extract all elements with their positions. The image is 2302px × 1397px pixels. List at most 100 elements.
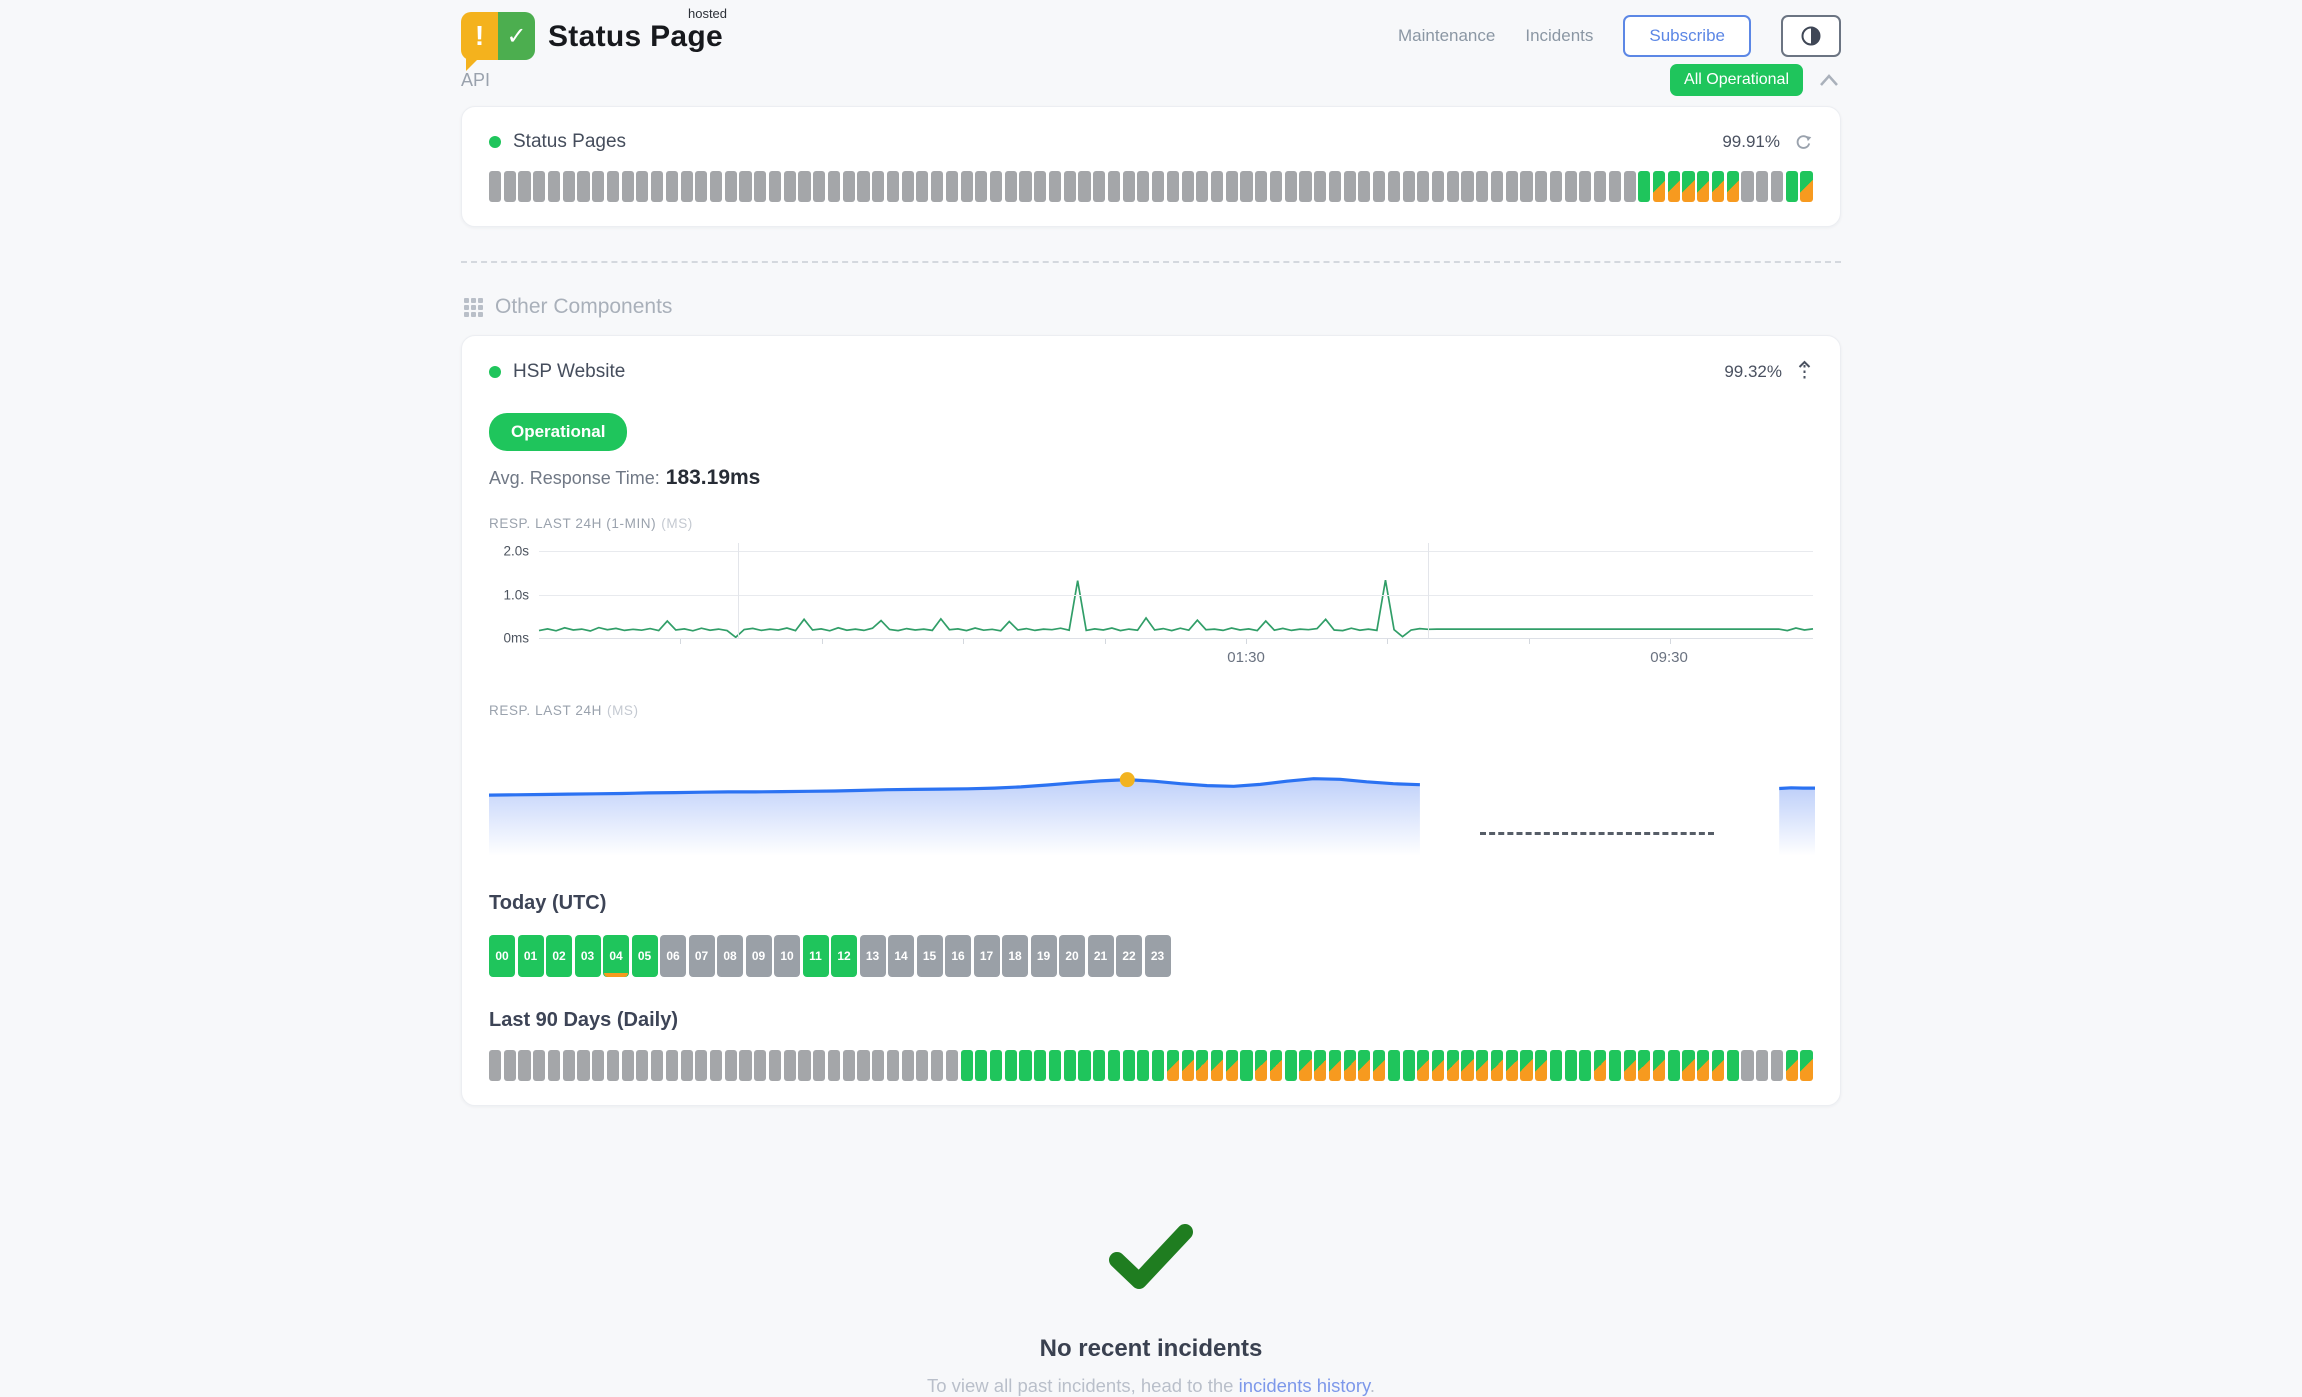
uptime-bar[interactable] — [504, 1050, 516, 1081]
uptime-bar[interactable] — [1565, 1050, 1577, 1081]
uptime-bar[interactable] — [1049, 171, 1061, 202]
uptime-bar[interactable] — [813, 171, 825, 202]
hour-block-08[interactable]: 08 — [717, 935, 743, 977]
uptime-bar[interactable] — [1299, 1050, 1311, 1081]
uptime-bar[interactable] — [1520, 171, 1532, 202]
uptime-bar[interactable] — [1064, 171, 1076, 202]
uptime-bar[interactable] — [1447, 171, 1459, 202]
uptime-bar[interactable] — [1403, 1050, 1415, 1081]
uptime-bar[interactable] — [1123, 1050, 1135, 1081]
uptime-bar[interactable] — [1167, 1050, 1179, 1081]
uptime-bar[interactable] — [754, 1050, 766, 1081]
nav-incidents[interactable]: Incidents — [1525, 26, 1593, 46]
uptime-bar[interactable] — [695, 171, 707, 202]
hour-block-03[interactable]: 03 — [575, 935, 601, 977]
uptime-bar[interactable] — [1579, 171, 1591, 202]
uptime-bar[interactable] — [828, 1050, 840, 1081]
uptime-bar[interactable] — [946, 171, 958, 202]
uptime-bar[interactable] — [636, 1050, 648, 1081]
uptime-bar[interactable] — [1358, 1050, 1370, 1081]
uptime-bar[interactable] — [872, 1050, 884, 1081]
uptime-bar[interactable] — [828, 171, 840, 202]
uptime-bar[interactable] — [1182, 1050, 1194, 1081]
uptime-bar[interactable] — [1565, 171, 1577, 202]
uptime-bar[interactable] — [1550, 1050, 1562, 1081]
uptime-bar[interactable] — [592, 1050, 604, 1081]
uptime-bar[interactable] — [1668, 171, 1680, 202]
uptime-bar[interactable] — [784, 171, 796, 202]
uptime-bar[interactable] — [577, 171, 589, 202]
uptime-bar[interactable] — [975, 1050, 987, 1081]
hour-block-00[interactable]: 00 — [489, 935, 515, 977]
hour-block-13[interactable]: 13 — [860, 935, 886, 977]
uptime-bar[interactable] — [1344, 1050, 1356, 1081]
uptime-bar[interactable] — [946, 1050, 958, 1081]
uptime-bar[interactable] — [504, 171, 516, 202]
uptime-bar[interactable] — [1741, 1050, 1753, 1081]
theme-toggle-button[interactable] — [1781, 15, 1841, 57]
uptime-bar[interactable] — [1461, 171, 1473, 202]
hour-block-21[interactable]: 21 — [1088, 935, 1114, 977]
uptime-bar[interactable] — [1329, 1050, 1341, 1081]
uptime-bar[interactable] — [666, 1050, 678, 1081]
uptime-bar[interactable] — [489, 1050, 501, 1081]
uptime-bar[interactable] — [1064, 1050, 1076, 1081]
uptime-bar[interactable] — [1800, 1050, 1812, 1081]
uptime-bar[interactable] — [1609, 1050, 1621, 1081]
uptime-bar[interactable] — [1491, 171, 1503, 202]
uptime-bar[interactable] — [1226, 1050, 1238, 1081]
uptime-bar[interactable] — [1049, 1050, 1061, 1081]
hour-block-16[interactable]: 16 — [945, 935, 971, 977]
uptime-bar[interactable] — [1344, 171, 1356, 202]
uptime-bar[interactable] — [1211, 1050, 1223, 1081]
uptime-bar[interactable] — [784, 1050, 796, 1081]
hour-block-12[interactable]: 12 — [831, 935, 857, 977]
uptime-bar[interactable] — [1417, 1050, 1429, 1081]
uptime-bar[interactable] — [1329, 171, 1341, 202]
uptime-bar[interactable] — [1270, 171, 1282, 202]
chevron-up-icon[interactable] — [1817, 73, 1841, 88]
hour-block-11[interactable]: 11 — [803, 935, 829, 977]
uptime-bar[interactable] — [1800, 171, 1812, 202]
uptime-bar[interactable] — [769, 171, 781, 202]
uptime-bar[interactable] — [1579, 1050, 1591, 1081]
hour-block-14[interactable]: 14 — [888, 935, 914, 977]
uptime-bar[interactable] — [563, 1050, 575, 1081]
uptime-bar[interactable] — [518, 171, 530, 202]
uptime-bar[interactable] — [1108, 1050, 1120, 1081]
hour-block-05[interactable]: 05 — [632, 935, 658, 977]
uptime-bar[interactable] — [666, 171, 678, 202]
uptime-bar[interactable] — [931, 1050, 943, 1081]
uptime-bar[interactable] — [533, 1050, 545, 1081]
uptime-bar[interactable] — [1388, 171, 1400, 202]
uptime-bar[interactable] — [916, 1050, 928, 1081]
uptime-bar[interactable] — [1152, 1050, 1164, 1081]
uptime-bar[interactable] — [1299, 171, 1311, 202]
uptime-bar[interactable] — [1653, 1050, 1665, 1081]
uptime-bar[interactable] — [1226, 171, 1238, 202]
uptime-bar[interactable] — [1005, 1050, 1017, 1081]
uptime-bar[interactable] — [1034, 171, 1046, 202]
uptime-bar[interactable] — [681, 1050, 693, 1081]
uptime-bar[interactable] — [872, 171, 884, 202]
uptime-bar[interactable] — [1697, 1050, 1709, 1081]
uptime-bar[interactable] — [1712, 1050, 1724, 1081]
uptime-bar[interactable] — [1388, 1050, 1400, 1081]
uptime-bar[interactable] — [1491, 1050, 1503, 1081]
uptime-bar[interactable] — [607, 1050, 619, 1081]
uptime-bar[interactable] — [1152, 171, 1164, 202]
uptime-bar[interactable] — [1108, 171, 1120, 202]
uptime-bar[interactable] — [961, 171, 973, 202]
uptime-bar[interactable] — [1196, 171, 1208, 202]
uptime-bar[interactable] — [1093, 171, 1105, 202]
refresh-icon[interactable] — [1794, 133, 1813, 152]
hour-block-18[interactable]: 18 — [1002, 935, 1028, 977]
uptime-bar[interactable] — [1535, 171, 1547, 202]
uptime-bar[interactable] — [1314, 1050, 1326, 1081]
uptime-bar[interactable] — [1550, 171, 1562, 202]
uptime-bar[interactable] — [1520, 1050, 1532, 1081]
uptime-bar[interactable] — [1756, 1050, 1768, 1081]
uptime-bar[interactable] — [1314, 171, 1326, 202]
hour-block-22[interactable]: 22 — [1116, 935, 1142, 977]
uptime-bar[interactable] — [857, 1050, 869, 1081]
